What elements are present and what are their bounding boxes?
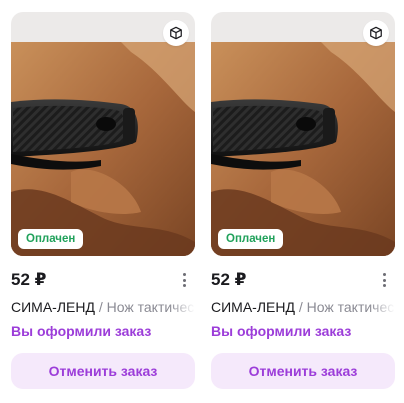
3d-cube-icon (170, 26, 182, 40)
more-dot (382, 278, 386, 282)
title-separator: / (94, 299, 107, 315)
product-image[interactable]: Оплачен (11, 12, 195, 256)
3d-view-button[interactable] (163, 20, 189, 46)
order-status: Вы оформили заказ (211, 323, 352, 339)
more-dot (182, 278, 186, 282)
more-dot (382, 284, 386, 287)
product-brand: СИМА-ЛЕНД (11, 299, 95, 315)
product-image[interactable]: Оплачен (211, 12, 395, 256)
more-dot (382, 273, 386, 276)
product-title[interactable]: СИМА-ЛЕНД / Нож тактический (211, 298, 395, 316)
more-dot (182, 284, 186, 287)
3d-cube-icon (370, 26, 382, 40)
title-fade (369, 298, 395, 316)
order-status: Вы оформили заказ (11, 323, 152, 339)
3d-view-button[interactable] (363, 20, 389, 46)
product-price: 52 ₽ (11, 270, 47, 289)
product-price: 52 ₽ (211, 270, 247, 289)
title-fade (169, 298, 195, 316)
product-card[interactable]: Оплачен 52 ₽ СИМА-ЛЕНД / Нож тактический… (11, 12, 195, 392)
title-separator: / (294, 299, 307, 315)
cancel-order-button[interactable]: Отменить заказ (11, 353, 195, 389)
paid-badge: Оплачен (18, 229, 84, 249)
product-grid: Оплачен 52 ₽ СИМА-ЛЕНД / Нож тактический… (0, 0, 404, 403)
product-brand: СИМА-ЛЕНД (211, 299, 295, 315)
knife-handle-photo (211, 42, 395, 256)
more-options-button[interactable] (377, 269, 391, 291)
product-card[interactable]: Оплачен 52 ₽ СИМА-ЛЕНД / Нож тактический… (211, 12, 395, 392)
more-options-button[interactable] (177, 269, 191, 291)
more-dot (182, 273, 186, 276)
product-title[interactable]: СИМА-ЛЕНД / Нож тактический (11, 298, 195, 316)
cancel-order-button[interactable]: Отменить заказ (211, 353, 395, 389)
knife-handle-photo (11, 42, 195, 256)
paid-badge: Оплачен (218, 229, 284, 249)
